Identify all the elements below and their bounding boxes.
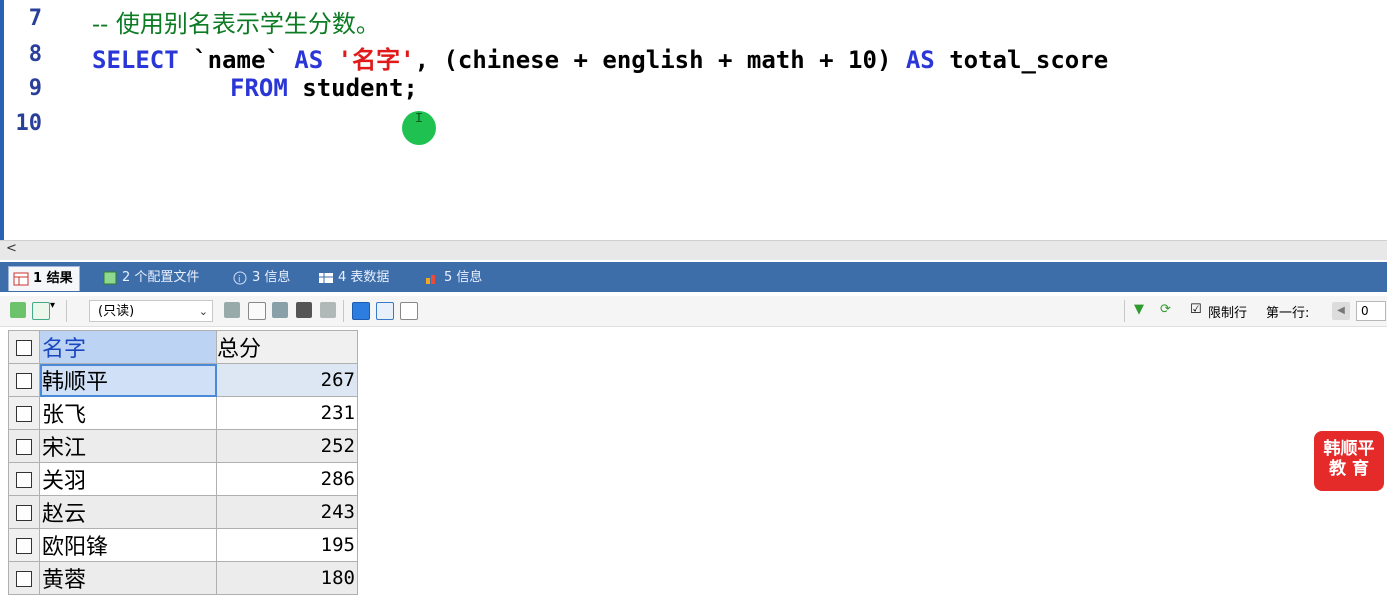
code-line-from: FROM student; xyxy=(230,74,418,102)
row-checkbox[interactable] xyxy=(8,462,40,496)
table-row[interactable]: 黄蓉 180 xyxy=(8,561,358,595)
text-view-icon[interactable] xyxy=(400,302,418,320)
row-checkbox[interactable] xyxy=(8,429,40,463)
cell-name[interactable]: 赵云 xyxy=(39,495,217,529)
filter-grid-icon[interactable] xyxy=(224,302,240,318)
profile-icon xyxy=(102,271,118,285)
tab-results[interactable]: 1 结果 xyxy=(8,266,80,291)
mode-select[interactable]: (只读) ⌄ xyxy=(89,300,213,322)
code-alias: total_score xyxy=(934,46,1109,74)
keyword-as: AS xyxy=(294,46,324,74)
grid-view-icon[interactable] xyxy=(352,302,370,320)
previous-page-icon[interactable]: ◀ xyxy=(1332,302,1350,320)
table-row[interactable]: 韩顺平 267 xyxy=(8,363,358,397)
horizontal-scrollbar[interactable]: < xyxy=(0,240,1387,260)
code-line-select: SELECT `name` AS '名字', (chinese + englis… xyxy=(92,40,1108,75)
cell-name[interactable]: 宋江 xyxy=(39,429,217,463)
table-icon xyxy=(318,271,334,285)
select-all-checkbox[interactable] xyxy=(8,330,40,364)
row-checkbox[interactable] xyxy=(8,495,40,529)
code-alias-string: '名字' xyxy=(323,46,415,74)
keyword-from: FROM xyxy=(230,74,288,102)
column-header-score[interactable]: 总分 xyxy=(216,330,358,364)
watermark-line-1: 韩顺平 xyxy=(1323,439,1375,459)
limit-rows-checkbox[interactable]: ☑ xyxy=(1190,302,1202,317)
chevron-down-icon: ⌄ xyxy=(198,305,208,318)
line-number: 8 xyxy=(28,42,42,67)
info-icon: i xyxy=(232,271,248,285)
result-grid: 名字 总分 韩顺平 267 张飞 231 宋江 252 关羽 286 赵云 24… xyxy=(8,330,358,595)
code-column: `name` xyxy=(178,46,295,74)
code-comment: -- 使用别名表示学生分数。 xyxy=(92,10,380,38)
toolbar-separator xyxy=(66,300,67,322)
table-row[interactable]: 宋江 252 xyxy=(8,429,358,463)
toolbar-separator xyxy=(343,300,344,322)
toolbar-separator xyxy=(1124,300,1125,322)
cell-name[interactable]: 韩顺平 xyxy=(39,363,217,397)
line-number: 9 xyxy=(28,76,42,101)
grid-red-icon xyxy=(13,272,29,286)
limit-rows-label: 限制行 xyxy=(1208,306,1248,321)
result-toolbar: ▾ (只读) ⌄ ▼ ⟳ ☑ 限制行 第一行: ◀ 0 xyxy=(0,296,1387,327)
row-checkbox[interactable] xyxy=(8,561,40,595)
chevron-down-icon[interactable]: ▾ xyxy=(50,300,55,311)
sql-editor[interactable]: 7 -- 使用别名表示学生分数。 8 SELECT `name` AS '名字'… xyxy=(0,0,1387,240)
row-checkbox[interactable] xyxy=(8,396,40,430)
svg-text:i: i xyxy=(238,275,241,285)
cancel-changes-icon[interactable] xyxy=(320,302,336,318)
cell-score[interactable]: 231 xyxy=(216,396,358,430)
brand-watermark: 韩顺平 教 育 xyxy=(1314,431,1384,491)
column-header-name[interactable]: 名字 xyxy=(39,330,217,364)
watermark-line-2: 教 育 xyxy=(1329,459,1369,479)
cell-name[interactable]: 关羽 xyxy=(39,462,217,496)
filter-icon[interactable]: ▼ xyxy=(1134,302,1144,317)
reload-icon[interactable]: ⟳ xyxy=(1160,302,1171,317)
copy-row-icon[interactable] xyxy=(248,302,266,320)
cell-score[interactable]: 243 xyxy=(216,495,358,529)
keyword-as: AS xyxy=(905,46,935,74)
mouse-cursor-indicator: I xyxy=(402,111,436,145)
line-number: 7 xyxy=(28,6,42,31)
tab-table-data[interactable]: 4 表数据 xyxy=(318,266,389,290)
table-row[interactable]: 关羽 286 xyxy=(8,462,358,496)
cell-score[interactable]: 252 xyxy=(216,429,358,463)
save-icon[interactable] xyxy=(272,302,288,318)
form-view-icon[interactable] xyxy=(376,302,394,320)
tab-profile[interactable]: 2 个配置文件 xyxy=(102,266,199,290)
table-row[interactable]: 欧阳锋 195 xyxy=(8,528,358,562)
cell-score[interactable]: 180 xyxy=(216,561,358,595)
cell-name[interactable]: 欧阳锋 xyxy=(39,528,217,562)
tab-info[interactable]: i3 信息 xyxy=(232,266,290,290)
grid-header-row: 名字 总分 xyxy=(8,330,358,364)
cell-name[interactable]: 黄蓉 xyxy=(39,561,217,595)
code-expression: , (chinese + english + math + 10) xyxy=(414,46,906,74)
tab-info-2[interactable]: 5 信息 xyxy=(424,266,482,290)
export-icon[interactable] xyxy=(32,302,50,320)
first-row-label: 第一行: xyxy=(1266,306,1310,321)
scroll-left-icon[interactable]: < xyxy=(6,241,17,256)
chart-icon xyxy=(424,271,440,285)
table-row[interactable]: 赵云 243 xyxy=(8,495,358,529)
first-row-input[interactable]: 0 xyxy=(1356,301,1386,321)
delete-icon[interactable] xyxy=(296,302,312,318)
cell-score[interactable]: 195 xyxy=(216,528,358,562)
table-row[interactable]: 张飞 231 xyxy=(8,396,358,430)
cell-name[interactable]: 张飞 xyxy=(39,396,217,430)
row-checkbox[interactable] xyxy=(8,363,40,397)
code-table: student; xyxy=(287,74,418,102)
cell-score[interactable]: 286 xyxy=(216,462,358,496)
refresh-grid-icon[interactable] xyxy=(10,302,26,318)
line-number: 10 xyxy=(15,111,43,136)
keyword-select: SELECT xyxy=(92,46,179,74)
result-tab-bar: 1 结果 2 个配置文件 i3 信息 4 表数据 5 信息 xyxy=(0,262,1387,292)
row-checkbox[interactable] xyxy=(8,528,40,562)
cell-score[interactable]: 267 xyxy=(216,363,358,397)
